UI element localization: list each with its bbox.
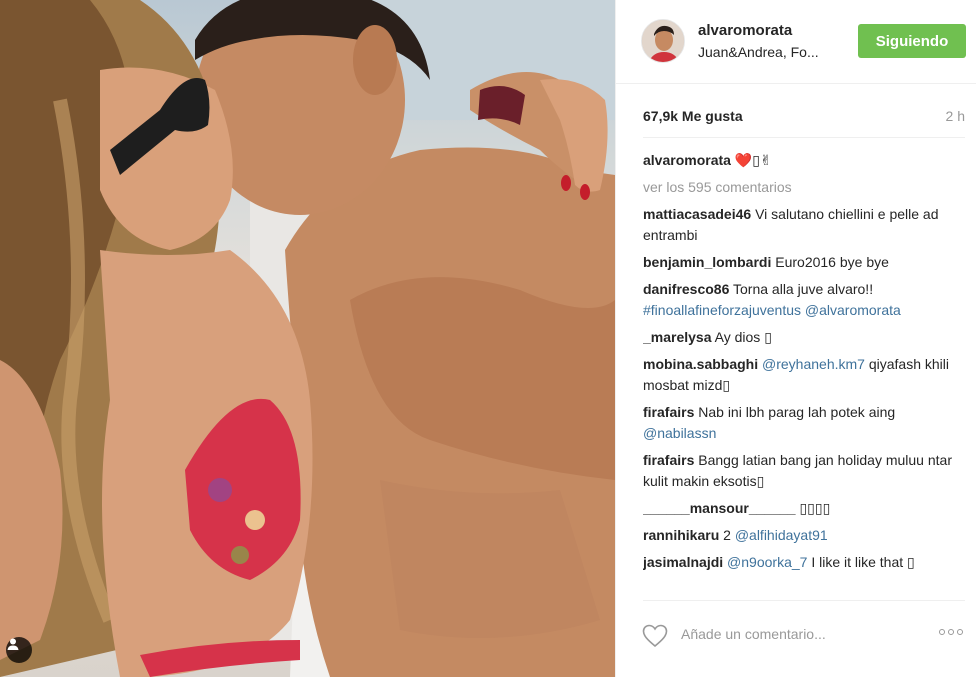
comments-list: alvaromorata ❤️▯✌ ver los 595 comentario… — [643, 150, 968, 598]
dot-icon — [939, 629, 945, 635]
comment-mention-link[interactable]: @reyhaneh.km7 — [762, 356, 865, 372]
photo-image — [0, 0, 615, 677]
dot-icon — [957, 629, 963, 635]
comment-item: jasimalnajdi @n9oorka_7 I like it like t… — [643, 552, 968, 573]
comment-mention-link[interactable]: @alfihidayat91 — [735, 527, 828, 543]
post-username[interactable]: alvaromorata — [698, 22, 792, 39]
comment-mention-link[interactable]: @n9oorka_7 — [727, 554, 807, 570]
comment-item: ______mansour______ ▯▯▯▯ — [643, 498, 968, 519]
comment-text: Torna alla juve alvaro!! — [733, 281, 874, 297]
comment-text: ▯▯▯▯ — [799, 500, 831, 516]
comment-item: mattiacasadei46 Vi salutano chiellini e … — [643, 204, 968, 246]
following-button[interactable]: Siguiendo — [858, 24, 966, 58]
comment-item: mobina.sabbaghi @reyhaneh.km7 qiyafash k… — [643, 354, 968, 396]
post-photo[interactable] — [0, 0, 615, 677]
add-comment-input[interactable] — [681, 626, 921, 642]
comment-username[interactable]: _marelysa — [643, 329, 712, 345]
comment-text: I like it like that ▯ — [807, 554, 915, 570]
divider — [643, 137, 965, 138]
caption-text: ❤️▯✌ — [734, 152, 772, 168]
likes-row: 67,9k Me gusta 2 h — [643, 108, 965, 124]
comment-mention-link[interactable]: @nabilassn — [643, 425, 716, 441]
comment-item: firafairs Bangg latian bang jan holiday … — [643, 450, 968, 492]
comment-text: Nab ini lbh parag lah potek aing — [698, 404, 896, 420]
comment-text: Ay dios ▯ — [714, 329, 772, 345]
comment-item: rannihikaru 2 @alfihidayat91 — [643, 525, 968, 546]
caption-username[interactable]: alvaromorata — [643, 152, 731, 168]
post-side-panel: alvaromorata Juan&Andrea, Fo... Siguiend… — [615, 0, 976, 677]
comment-username[interactable]: firafairs — [643, 404, 694, 420]
post-location[interactable]: Juan&Andrea, Fo... — [698, 44, 848, 60]
post-time[interactable]: 2 h — [946, 108, 965, 124]
more-options-button[interactable] — [939, 629, 963, 635]
comment-username[interactable]: rannihikaru — [643, 527, 719, 543]
avatar[interactable] — [641, 19, 685, 63]
post-header: alvaromorata Juan&Andrea, Fo... Siguiend… — [616, 0, 976, 84]
likes-count[interactable]: 67,9k Me gusta — [643, 108, 743, 124]
comment-username[interactable]: mobina.sabbaghi — [643, 356, 758, 372]
comment-item: firafairs Nab ini lbh parag lah potek ai… — [643, 402, 968, 444]
comment-item: danifresco86 Torna alla juve alvaro!! #f… — [643, 279, 968, 321]
like-button[interactable] — [642, 624, 668, 653]
comment-username[interactable]: danifresco86 — [643, 281, 729, 297]
comment-username[interactable]: ______mansour______ — [643, 500, 796, 516]
comment-text: 2 — [723, 527, 735, 543]
divider — [643, 600, 965, 601]
comment-username[interactable]: firafairs — [643, 452, 694, 468]
tag-people-button[interactable] — [6, 637, 32, 663]
comment-item: benjamin_lombardi Euro2016 bye bye — [643, 252, 968, 273]
comment-mention-link[interactable]: #finoallafineforzajuventus — [643, 302, 801, 318]
comment-item: _marelysa Ay dios ▯ — [643, 327, 968, 348]
post-caption: alvaromorata ❤️▯✌ — [643, 150, 968, 171]
comment-username[interactable]: benjamin_lombardi — [643, 254, 771, 270]
person-tag-icon — [7, 638, 19, 650]
heart-icon — [642, 624, 668, 648]
dot-icon — [948, 629, 954, 635]
comment-username[interactable]: mattiacasadei46 — [643, 206, 751, 222]
avatar-image — [642, 20, 684, 62]
comment-username[interactable]: jasimalnajdi — [643, 554, 723, 570]
view-all-comments-link[interactable]: ver los 595 comentarios — [643, 177, 968, 198]
comment-text: Euro2016 bye bye — [775, 254, 889, 270]
comment-mention-link[interactable]: @alvaromorata — [805, 302, 901, 318]
